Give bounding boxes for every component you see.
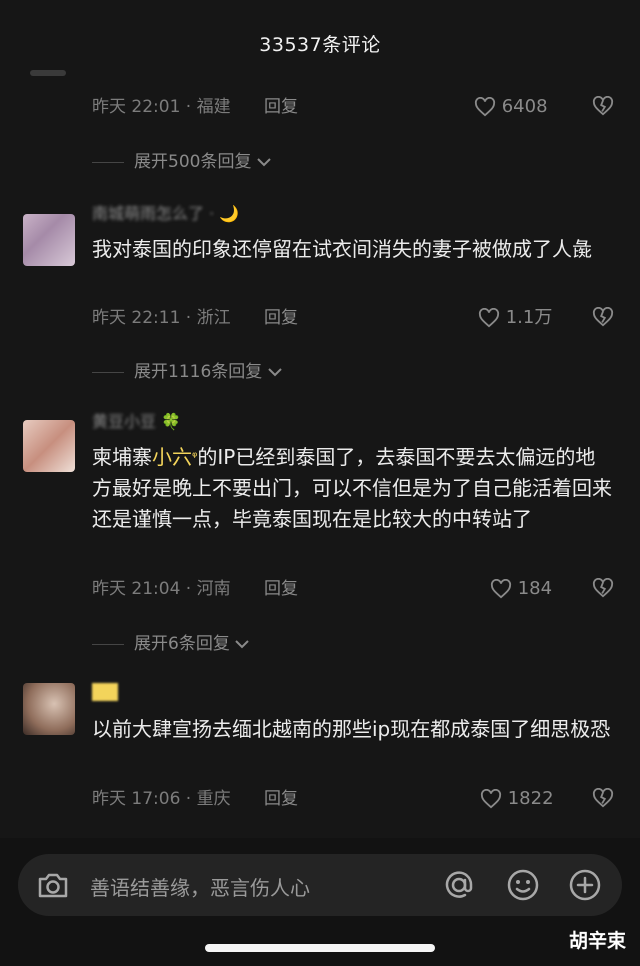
input-placeholder: 善语结善缘，恶言伤人心 [90, 876, 310, 900]
at-icon[interactable] [442, 868, 476, 902]
mention-link[interactable]: 小六 [152, 445, 192, 469]
like-count: 1822 [507, 788, 554, 809]
dislike-button[interactable] [592, 95, 614, 119]
like-button[interactable]: 184 [490, 577, 552, 601]
comment-text: 我对泰国的印象还停留在试衣间消失的妻子被做成了人彘 [92, 237, 592, 261]
expand-label: 展开6条回复 [134, 634, 230, 654]
like-button[interactable]: 6408 [474, 95, 548, 119]
reply-button[interactable]: 回复 [264, 789, 298, 809]
reply-button[interactable]: 回复 [264, 97, 298, 117]
expand-label: 展开1116条回复 [134, 362, 263, 382]
moon-emoji: 🌙 [219, 204, 240, 223]
chevron-down-icon [235, 640, 249, 649]
expand-replies-button[interactable]: 展开1116条回复 [92, 360, 282, 384]
like-count: 1.1万 [505, 307, 553, 328]
dislike-button[interactable] [592, 787, 614, 811]
broken-heart-icon [592, 577, 614, 597]
watermark: 胡辛束 [568, 930, 626, 952]
comments-header: 33537条评论 ▔▔▔▔▔▔▔▔▔▔▔▔▔▔ [0, 0, 640, 88]
avatar[interactable] [23, 683, 75, 735]
comment-text: 柬埔寨小六ᵠ的IP已经到泰国了，去泰国不要去太偏远的地方最好是晚上不要出门，可以… [92, 442, 612, 535]
heart-icon [474, 96, 496, 117]
comment-text: 以前大肆宣扬去缅北越南的那些ip现在都成泰国了细思极恐 [92, 717, 611, 741]
emoji-icon[interactable] [506, 868, 540, 902]
heart-icon [480, 788, 502, 809]
username[interactable]: 黄豆小豆 🍀 [92, 411, 181, 433]
cut-off-text: ▔▔▔▔▔▔▔▔▔▔▔▔▔▔ [90, 62, 306, 77]
divider [92, 161, 124, 163]
divider [92, 371, 124, 373]
expand-label: 展开500条回复 [134, 152, 252, 172]
avatar[interactable] [23, 214, 75, 266]
expand-replies-button[interactable]: 展开500条回复 [92, 150, 271, 174]
divider [92, 643, 124, 645]
heart-icon [490, 578, 512, 599]
chevron-down-icon [267, 368, 282, 377]
reply-button[interactable]: 回复 [264, 308, 298, 328]
like-count: 184 [517, 578, 553, 599]
chevron-down-icon [257, 158, 271, 167]
comment-time-location: 昨天 21:04 · 河南 [92, 579, 231, 599]
comment-time-location: 昨天 22:11 · 浙江 [92, 308, 231, 328]
username-blurred [92, 682, 118, 701]
dislike-button[interactable] [592, 577, 614, 601]
username[interactable]: 南城萌雨怎么了 · 🌙 [92, 203, 239, 225]
comment-time-location: 昨天 17:06 · 重庆 [92, 789, 231, 809]
avatar[interactable] [23, 420, 75, 472]
reply-button[interactable]: 回复 [264, 579, 298, 599]
like-button[interactable]: 1.1万 [478, 306, 552, 330]
home-indicator[interactable] [205, 944, 435, 952]
comment-input[interactable]: 善语结善缘，恶言伤人心 [18, 854, 622, 916]
comment-count-title: 33537条评论 [259, 34, 381, 56]
comment-text-part: 柬埔寨 [92, 445, 152, 469]
clover-emoji: 🍀 [161, 412, 182, 431]
heart-icon [478, 307, 500, 328]
like-count: 6408 [501, 96, 548, 117]
broken-heart-icon [592, 95, 614, 115]
comment-meta: 昨天 22:01 · 福建 回复 [92, 95, 298, 119]
comment-meta: 昨天 17:06 · 重庆 回复 [92, 787, 298, 811]
comment-input-bar: 善语结善缘，恶言伤人心 胡辛束 [0, 838, 640, 966]
username[interactable] [92, 680, 118, 702]
comment-meta: 昨天 21:04 · 河南 回复 [92, 577, 298, 601]
expand-replies-button[interactable]: 展开6条回复 [92, 632, 249, 656]
plus-icon[interactable] [568, 868, 602, 902]
like-button[interactable]: 1822 [480, 787, 554, 811]
avatar [30, 70, 66, 76]
broken-heart-icon [592, 306, 614, 326]
dislike-button[interactable] [592, 306, 614, 330]
camera-icon[interactable] [36, 869, 70, 901]
broken-heart-icon [592, 787, 614, 807]
cut-off-comment: ▔▔▔▔▔▔▔▔▔▔▔▔▔▔ [30, 62, 430, 84]
comment-time-location: 昨天 22:01 · 福建 [92, 97, 231, 117]
comment-meta: 昨天 22:11 · 浙江 回复 [92, 306, 298, 330]
